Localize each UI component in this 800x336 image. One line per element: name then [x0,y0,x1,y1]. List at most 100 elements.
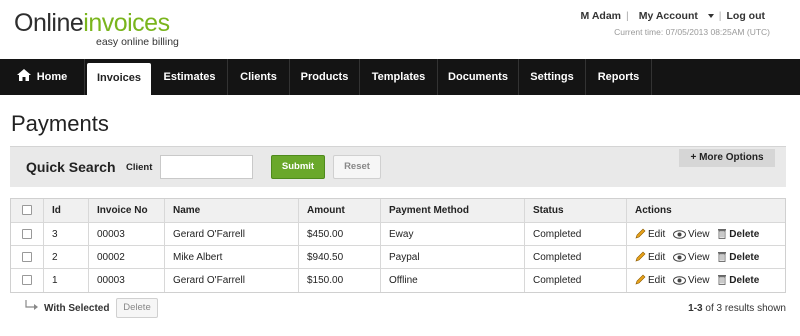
reset-button[interactable]: Reset [333,155,381,179]
pencil-icon [635,274,646,285]
nav-clients[interactable]: Clients [228,59,290,95]
cell-status: Completed [525,246,627,268]
nav-estimates[interactable]: Estimates [152,59,228,95]
cell-invoice-no: 00002 [89,246,165,268]
nav-reports-label: Reports [597,71,640,83]
nav-invoices-label: Invoices [96,72,142,84]
quick-search-label: Quick Search [26,159,116,175]
view-action[interactable]: View [673,269,710,292]
col-name[interactable]: Name [165,199,299,222]
my-account-label: My Account [638,10,698,22]
edit-action[interactable]: Edit [635,269,665,292]
eye-icon [673,253,687,262]
nav-documents-label: Documents [448,71,508,83]
edit-label: Edit [648,275,666,286]
logout-link[interactable]: Log out [722,10,770,22]
select-all-checkbox[interactable] [22,205,32,216]
cell-actions: Edit View Delete [627,269,787,292]
nav-settings-label: Settings [530,71,574,83]
delete-label: Delete [729,252,760,263]
more-options-button[interactable]: + More Options [679,149,775,167]
trash-icon [718,252,727,262]
row-checkbox[interactable] [22,252,32,263]
cell-amount: $940.50 [299,246,381,268]
cell-actions: Edit View Delete [627,246,787,268]
trash-icon [718,275,727,285]
my-account-dropdown[interactable]: My Account [629,10,719,22]
logo-part1: Online [14,9,84,37]
cell-invoice-no: 00003 [89,269,165,292]
nav-templates-label: Templates [371,71,426,83]
col-id[interactable]: Id [44,199,89,222]
caret-down-icon [707,14,714,19]
home-icon [16,69,31,81]
cell-payment-method: Offline [381,269,525,292]
cell-id: 2 [44,246,89,268]
nav-products-label: Products [300,71,349,83]
edit-action[interactable]: Edit [635,246,665,268]
cell-id: 1 [44,269,89,292]
corner-arrow-icon [25,300,38,310]
nav-products[interactable]: Products [290,59,360,95]
eye-icon [673,230,687,239]
view-action[interactable]: View [673,223,710,245]
row-select-cell [11,269,44,292]
col-amount[interactable]: Amount [299,199,381,222]
nav-settings[interactable]: Settings [519,59,586,95]
cell-amount: $450.00 [299,223,381,245]
view-label: View [688,252,710,263]
nav-templates[interactable]: Templates [360,59,438,95]
delete-label: Delete [729,275,760,286]
current-time: Current time: 07/05/2013 08:25AM (UTC) [614,27,770,37]
col-invoice-no[interactable]: Invoice No [89,199,165,222]
delete-action[interactable]: Delete [717,223,759,245]
header: Onlineinvoices easy online billing M Ada… [0,0,800,58]
client-input[interactable] [160,155,253,179]
table-row: 2 00002 Mike Albert $940.50 Paypal Compl… [11,246,785,269]
logo-tagline: easy online billing [96,36,179,48]
cell-name: Gerard O'Farrell [165,269,299,292]
nav-estimates-label: Estimates [163,71,216,83]
nav-home[interactable]: Home [0,59,85,95]
col-status[interactable]: Status [525,199,627,222]
logo-part2: invoices [83,9,170,37]
pencil-icon [635,251,646,262]
user-name-link[interactable]: M Adam [576,10,626,22]
row-select-cell [11,223,44,245]
payments-table: Id Invoice No Name Amount Payment Method… [10,198,786,293]
logo-text: Onlineinvoices [14,10,170,36]
delete-action[interactable]: Delete [717,269,759,292]
table-row: 3 00003 Gerard O'Farrell $450.00 Eway Co… [11,223,785,246]
logo[interactable]: Onlineinvoices easy online billing [14,10,179,48]
user-menu: M Adam | My Account | Log out [576,10,770,22]
eye-icon [673,276,687,285]
submit-button[interactable]: Submit [271,155,325,179]
results-text: of 3 results shown [705,303,786,314]
cell-name: Mike Albert [165,246,299,268]
row-checkbox[interactable] [22,275,32,286]
edit-label: Edit [648,252,666,263]
nav-documents[interactable]: Documents [438,59,519,95]
results-summary: 1-3 of 3 results shown [688,303,786,314]
view-action[interactable]: View [673,246,710,268]
nav-clients-label: Clients [240,71,277,83]
trash-icon [718,229,727,239]
cell-payment-method: Paypal [381,246,525,268]
cell-name: Gerard O'Farrell [165,223,299,245]
col-payment-method[interactable]: Payment Method [381,199,525,222]
bulk-delete-button[interactable]: Delete [116,298,158,318]
results-range: 1-3 [688,303,703,314]
delete-action[interactable]: Delete [717,246,759,268]
edit-label: Edit [648,229,666,240]
pencil-icon [635,228,646,239]
edit-action[interactable]: Edit [635,223,665,245]
client-label: Client [126,162,153,173]
nav-reports[interactable]: Reports [586,59,652,95]
row-checkbox[interactable] [22,229,32,240]
nav-home-label: Home [36,71,68,83]
nav-invoices[interactable]: Invoices [87,63,151,97]
with-selected-label: With Selected [44,303,110,314]
delete-label: Delete [729,229,760,240]
table-row: 1 00003 Gerard O'Farrell $150.00 Offline… [11,269,785,292]
quick-search-bar: Quick Search Client Submit Reset + More … [10,146,786,187]
